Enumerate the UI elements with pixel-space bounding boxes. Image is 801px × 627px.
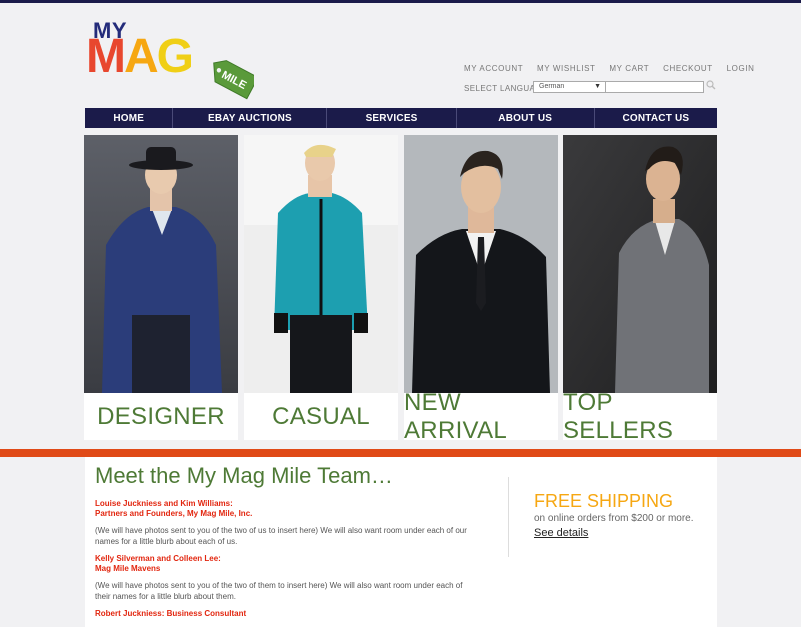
member-blurb-line1: (We will have photos sent to you of the … — [95, 581, 463, 590]
member-names: Robert Juckniess: Business Consultant — [95, 609, 247, 618]
category-label: CASUAL — [272, 402, 370, 430]
top-sellers-photo — [563, 135, 717, 393]
content-area: Meet the My Mag Mile Team… Louise Juckni… — [85, 457, 717, 627]
utility-links: MY ACCOUNT MY WISHLIST MY CART CHECKOUT … — [464, 64, 766, 73]
nav-contact-us[interactable]: CONTACT US — [595, 108, 717, 128]
main-nav: HOME EBAY AUCTIONS SERVICES ABOUT US CON… — [85, 108, 717, 128]
free-shipping-subtitle: on online orders from $200 or more. — [534, 513, 694, 524]
nav-ebay-auctions[interactable]: EBAY AUCTIONS — [173, 108, 328, 128]
category-panel-casual[interactable]: CASUAL — [244, 135, 398, 440]
checkout-link[interactable]: CHECKOUT — [663, 64, 713, 73]
member-blurb-line2: their names for a little blurb about the… — [95, 592, 236, 601]
nav-home[interactable]: HOME — [85, 108, 174, 128]
orange-divider — [0, 449, 801, 457]
casual-photo — [244, 135, 398, 393]
member-role: Mag Mile Mavens — [95, 564, 161, 573]
team-member-3: Robert Juckniess: Business Consultant — [95, 609, 485, 619]
team-member-1: Louise Juckniess and Kim Williams: Partn… — [95, 499, 485, 547]
see-details-link[interactable]: See details — [534, 527, 588, 539]
language-select[interactable]: German ▼ — [533, 81, 606, 93]
my-wishlist-link[interactable]: MY WISHLIST — [537, 64, 595, 73]
site-logo[interactable]: MY MAG MILE — [86, 18, 256, 108]
nav-about-us[interactable]: ABOUT US — [457, 108, 595, 128]
nav-services[interactable]: SERVICES — [327, 108, 457, 128]
logo-mag: MAG — [86, 30, 194, 83]
category-label: NEW ARRIVAL — [404, 388, 508, 444]
new-arrival-photo — [404, 135, 558, 393]
top-border — [0, 0, 801, 3]
designer-photo — [84, 135, 238, 393]
chevron-down-icon: ▼ — [594, 83, 601, 90]
team-title: Meet the My Mag Mile Team… — [95, 463, 393, 488]
search-input[interactable] — [605, 81, 704, 93]
my-account-link[interactable]: MY ACCOUNT — [464, 64, 523, 73]
my-cart-link[interactable]: MY CART — [609, 64, 649, 73]
team-member-2: Kelly Silverman and Colleen Lee: Mag Mil… — [95, 554, 485, 602]
member-names: Kelly Silverman and Colleen Lee: — [95, 554, 221, 563]
category-panel-top-sellers[interactable]: TOP SELLERS — [563, 135, 717, 444]
category-panel-designer[interactable]: DESIGNER — [84, 135, 238, 440]
member-names: Louise Juckniess and Kim Williams: — [95, 499, 233, 508]
free-shipping-title: FREE SHIPPING — [534, 491, 674, 511]
member-blurb-line2: names for a little blurb about each of u… — [95, 537, 238, 546]
category-label: DESIGNER — [97, 402, 225, 430]
category-panel-new-arrival[interactable]: NEW ARRIVAL — [404, 135, 558, 444]
search-icon[interactable] — [706, 80, 716, 90]
language-selected-value: German — [539, 83, 565, 90]
content-divider — [508, 477, 509, 557]
logo-mile-tag: MILE — [213, 60, 254, 100]
login-link[interactable]: LOGIN — [727, 64, 755, 73]
member-role: Partners and Founders, My Mag Mile, Inc. — [95, 509, 253, 518]
category-label: TOP SELLERS — [563, 388, 674, 444]
member-blurb-line1: (We will have photos sent to you of the … — [95, 526, 467, 535]
